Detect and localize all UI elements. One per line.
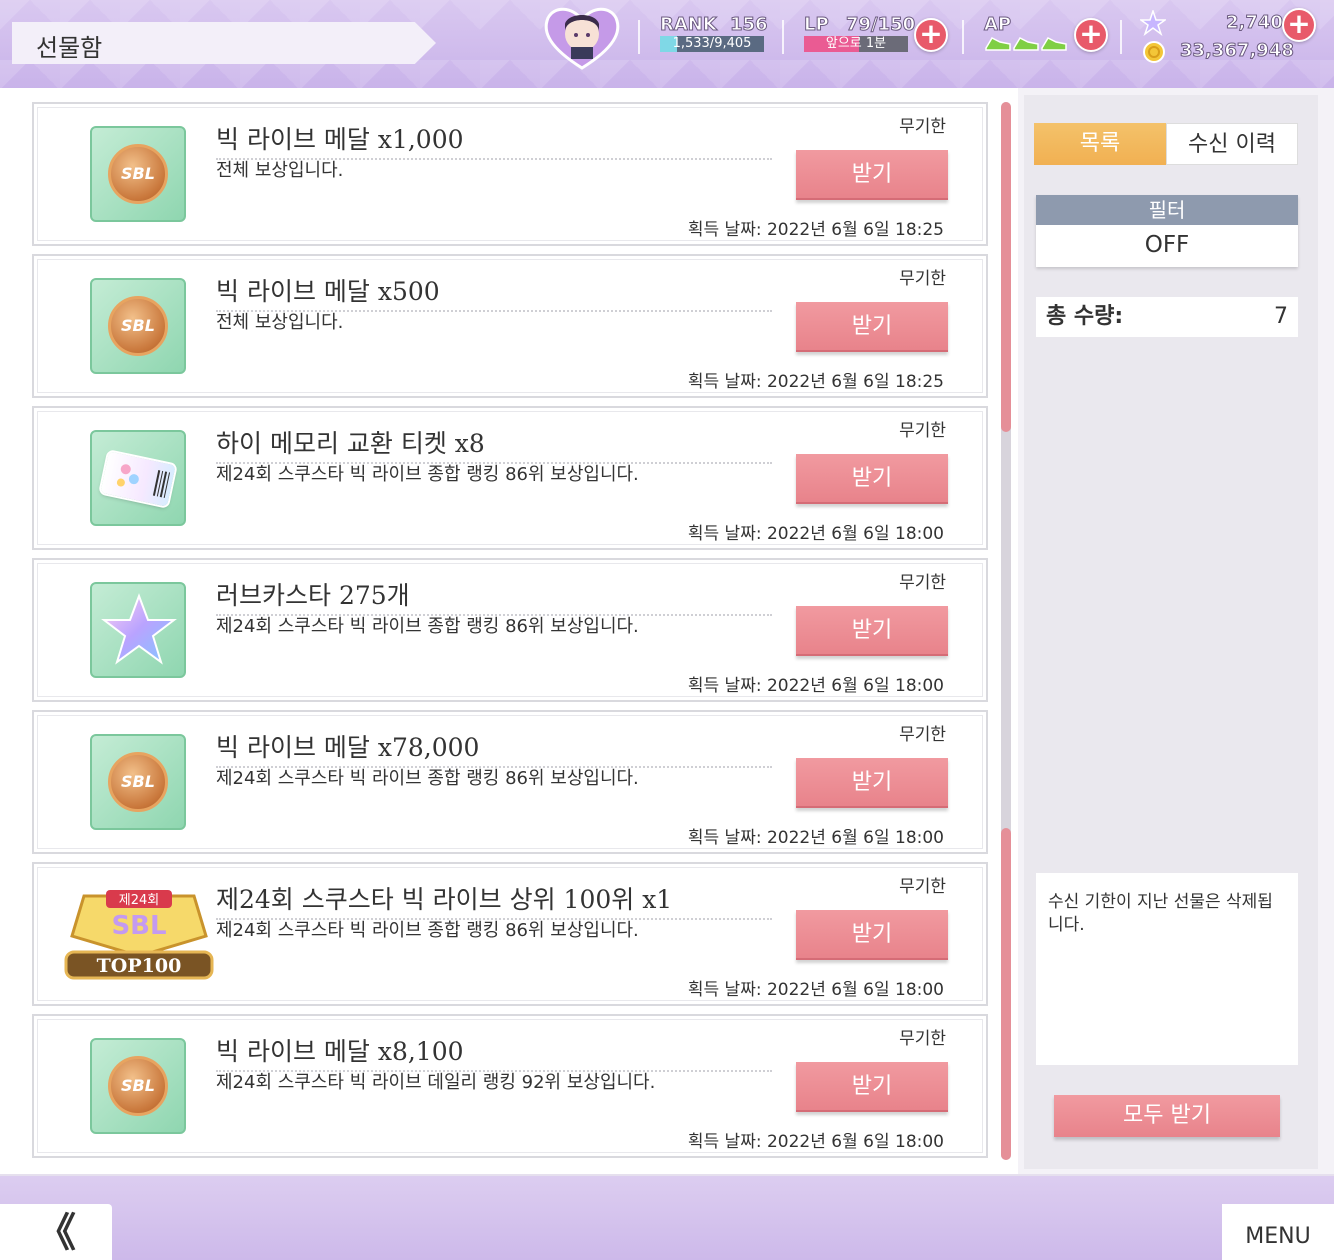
receive-button[interactable]: 받기: [796, 758, 948, 808]
gift-expiry: 무기한: [899, 725, 946, 745]
receive-button[interactable]: 받기: [796, 1062, 948, 1112]
gift-received-date: 획득 날짜: 2022년 6월 6일 18:00: [687, 676, 944, 696]
gift-card[interactable]: 러브카스타 275개 제24회 스쿠스타 빅 라이브 종합 랭킹 86위 보상입니…: [32, 558, 988, 702]
badge-sbl-text: SBL: [111, 911, 166, 941]
gold-coin-icon: [1143, 41, 1165, 63]
receive-button[interactable]: 받기: [796, 454, 948, 504]
receive-button[interactable]: 받기: [796, 302, 948, 352]
top-bar: 선물함 RANK 156 1,533/9,405 LP 79/150 앞으로 1…: [0, 0, 1334, 88]
gift-name: 하이 메모리 교환 티켓 x8: [216, 424, 772, 464]
gift-card[interactable]: 하이 메모리 교환 티켓 x8 제24회 스쿠스타 빅 라이브 종합 랭킹 86위…: [32, 406, 988, 550]
gift-received-date: 획득 날짜: 2022년 6월 6일 18:25: [687, 372, 944, 392]
gift-expiry: 무기한: [899, 421, 946, 441]
divider: [962, 20, 964, 54]
medal-icon: SBL: [108, 1056, 168, 1116]
gift-expiry: 무기한: [899, 1029, 946, 1049]
star-add-button[interactable]: +: [1282, 8, 1316, 42]
gift-name: 빅 라이브 메달 x500: [216, 272, 772, 312]
lp-label: LP: [804, 14, 830, 36]
top100-badge-icon: 제24회 SBL TOP100: [64, 890, 214, 980]
player-avatar[interactable]: [540, 2, 624, 72]
medal-icon: SBL: [108, 752, 168, 812]
lp-bar: 앞으로 1분: [804, 36, 908, 52]
badge-top-text: TOP100: [97, 955, 182, 977]
gift-icon-frame: [90, 430, 186, 526]
receive-all-button[interactable]: 모두 받기: [1054, 1095, 1280, 1137]
lp-value: 79/150: [845, 14, 916, 36]
lovecastar-icon: [1140, 10, 1166, 36]
divider: [782, 20, 784, 54]
gift-expiry: 무기한: [899, 117, 946, 137]
gift-expiry: 무기한: [899, 573, 946, 593]
gift-icon-frame: SBL: [90, 278, 186, 374]
gift-card[interactable]: 제24회 SBL TOP100 제24회 스쿠스타 빅 라이브 상위 100위 x1 제…: [32, 862, 988, 1006]
side-panel: 목록 수신 이력 필터 OFF 총 수량: 7 수신 기한이 지난 선물은 삭제…: [1024, 95, 1318, 1169]
receive-button[interactable]: 받기: [796, 150, 948, 200]
filter-value: OFF: [1144, 232, 1190, 258]
gift-description: 제24회 스쿠스타 빅 라이브 종합 랭킹 86위 보상입니다.: [216, 920, 639, 941]
scrollbar-thumb[interactable]: [1001, 102, 1011, 432]
gift-name: 러브카스타 275개: [216, 576, 772, 616]
gift-description: 제24회 스쿠스타 빅 라이브 종합 랭킹 86위 보상입니다.: [216, 616, 639, 637]
gift-description: 제24회 스쿠스타 빅 라이브 종합 랭킹 86위 보상입니다.: [216, 768, 639, 789]
gift-received-date: 획득 날짜: 2022년 6월 6일 18:00: [687, 1132, 944, 1152]
gift-description: 전체 보상입니다.: [216, 160, 344, 181]
divider: [1120, 20, 1122, 54]
total-count: 총 수량: 7: [1036, 297, 1298, 337]
tab-history[interactable]: 수신 이력: [1166, 123, 1298, 165]
star-count: 2,740: [1226, 12, 1284, 34]
scrollbar-thumb[interactable]: [1001, 828, 1011, 1160]
rank-exp-text: 1,533/9,405: [672, 36, 752, 51]
gift-name: 빅 라이브 메달 x8,100: [216, 1032, 772, 1072]
receive-button[interactable]: 받기: [796, 606, 948, 656]
gift-card[interactable]: SBL 빅 라이브 메달 x78,000 제24회 스쿠스타 빅 라이브 종합 랭킹…: [32, 710, 988, 854]
menu-button[interactable]: MENU: [1222, 1204, 1334, 1260]
lp-add-button[interactable]: +: [914, 18, 948, 52]
coin-count: 33,367,948: [1180, 40, 1295, 62]
gift-description: 전체 보상입니다.: [216, 312, 344, 333]
gift-description: 제24회 스쿠스타 빅 라이브 종합 랭킹 86위 보상입니다.: [216, 464, 639, 485]
expiry-notice: 수신 기한이 지난 선물은 삭제됩니다.: [1036, 873, 1298, 1065]
ap-shoes-icon: [985, 37, 1067, 51]
filter-button[interactable]: 필터 OFF: [1036, 195, 1298, 267]
badge-edition-text: 제24회: [119, 893, 159, 908]
divider: [638, 20, 640, 54]
total-count-value: 7: [1274, 304, 1288, 329]
gift-received-date: 획득 날짜: 2022년 6월 6일 18:00: [687, 980, 944, 1000]
page-title: 선물함: [36, 34, 103, 62]
gift-icon-frame: [90, 582, 186, 678]
gift-icon-frame: SBL: [90, 126, 186, 222]
gift-received-date: 획득 날짜: 2022년 6월 6일 18:00: [687, 524, 944, 544]
medal-icon: SBL: [108, 296, 168, 356]
back-button[interactable]: 《: [0, 1204, 112, 1260]
gift-received-date: 획득 날짜: 2022년 6월 6일 18:25: [687, 220, 944, 240]
gift-expiry: 무기한: [899, 877, 946, 897]
gift-card[interactable]: SBL 빅 라이브 메달 x500 전체 보상입니다. 무기한받기획득 날짜: 202…: [32, 254, 988, 398]
lovecastar-icon: [101, 593, 177, 665]
gift-card[interactable]: SBL 빅 라이브 메달 x8,100 제24회 스쿠스타 빅 라이브 데일리 랭킹…: [32, 1014, 988, 1158]
gift-name: 빅 라이브 메달 x1,000: [216, 120, 772, 160]
rank-label: RANK: [660, 14, 718, 36]
gift-expiry: 무기한: [899, 269, 946, 289]
ap-add-button[interactable]: +: [1074, 18, 1108, 52]
lp-timer: 앞으로 1분: [825, 36, 887, 51]
gift-description: 제24회 스쿠스타 빅 라이브 데일리 랭킹 92위 보상입니다.: [216, 1072, 656, 1093]
tab-list[interactable]: 목록: [1034, 123, 1166, 165]
rank-exp-bar: 1,533/9,405: [660, 36, 764, 52]
filter-label: 필터: [1036, 195, 1298, 225]
total-count-label: 총 수량:: [1046, 304, 1124, 329]
ticket-icon: [100, 451, 176, 507]
rank-value: 156: [730, 14, 769, 36]
gift-card[interactable]: SBL 빅 라이브 메달 x1,000 전체 보상입니다. 무기한받기획득 날짜: 2…: [32, 102, 988, 246]
bottom-bar: 《 MENU: [0, 1174, 1334, 1260]
gift-icon-frame: SBL: [90, 734, 186, 830]
page-title-plate: 선물함: [12, 22, 436, 64]
gift-received-date: 획득 날짜: 2022년 6월 6일 18:00: [687, 828, 944, 848]
gift-name: 제24회 스쿠스타 빅 라이브 상위 100위 x1: [216, 880, 772, 920]
medal-icon: SBL: [108, 144, 168, 204]
gift-icon-frame: SBL: [90, 1038, 186, 1134]
gift-name: 빅 라이브 메달 x78,000: [216, 728, 772, 768]
receive-button[interactable]: 받기: [796, 910, 948, 960]
